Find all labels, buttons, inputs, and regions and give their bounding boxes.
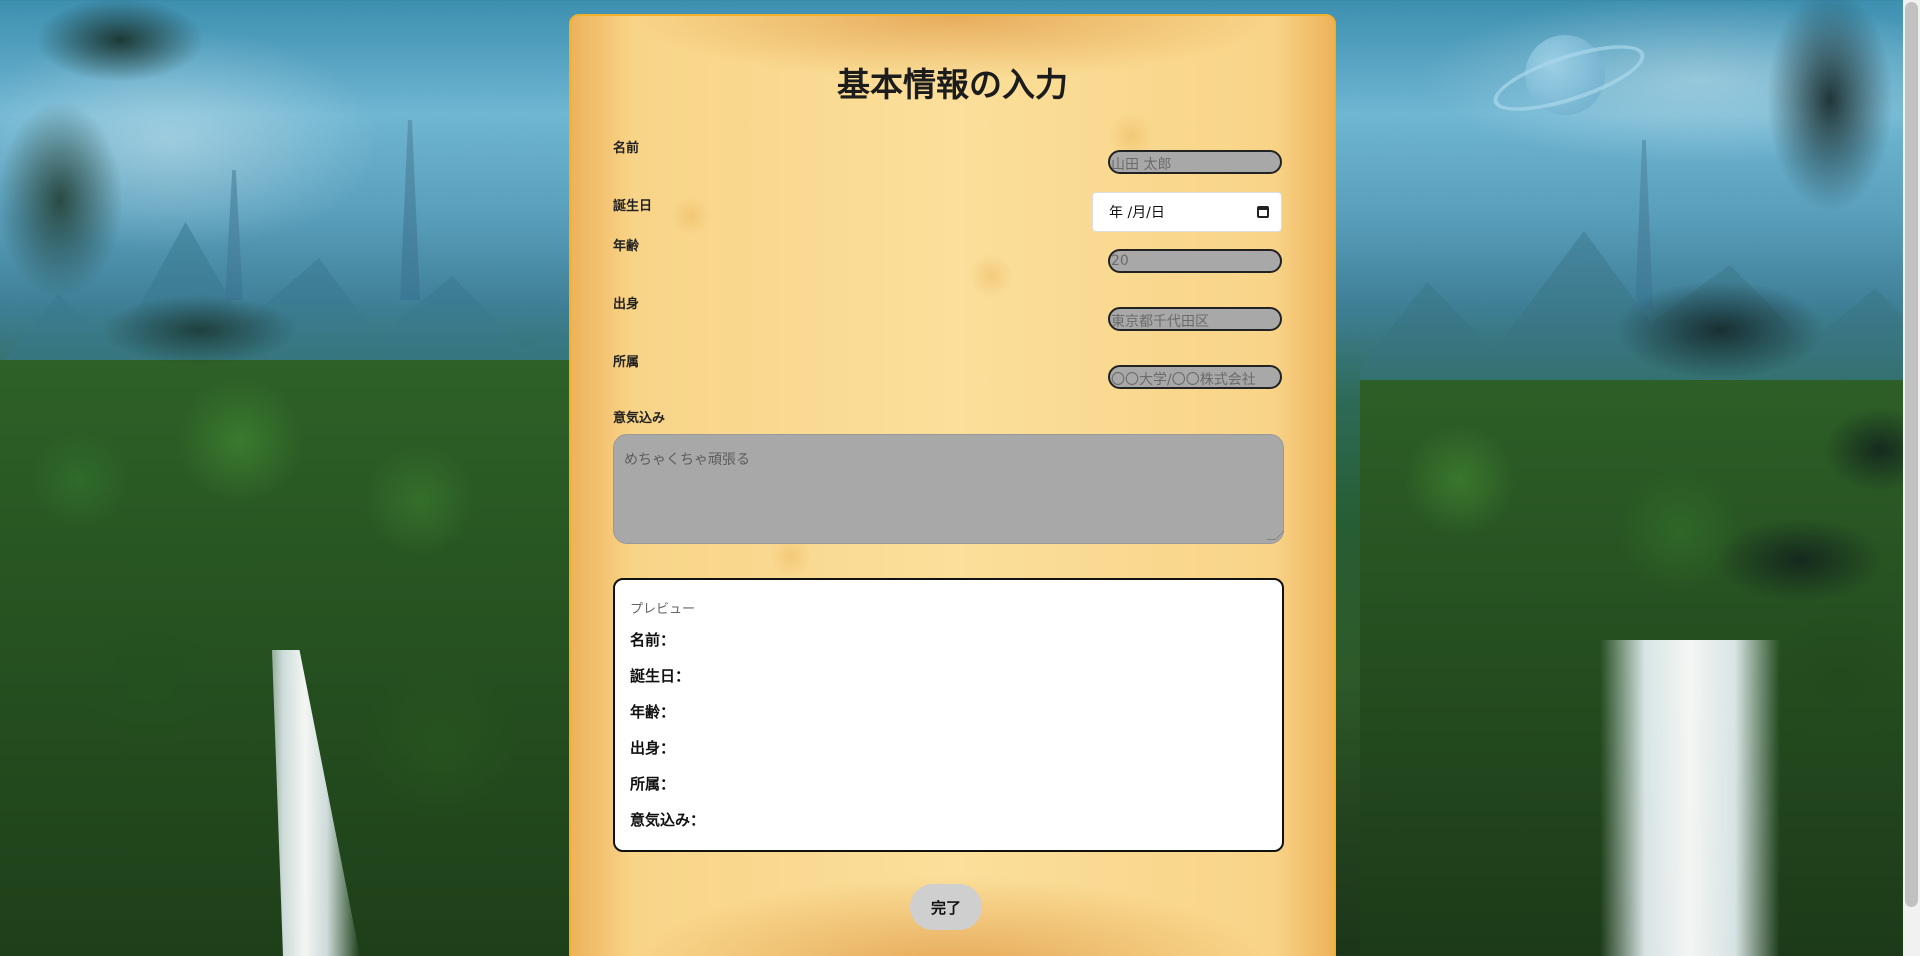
background-jungle-left <box>0 360 580 956</box>
basic-info-form-card: 基本情報の入力 名前 山田 太郎 誕生日 年 /月/日 年齢 20 出身 東京都… <box>569 14 1336 956</box>
preview-row-affiliation: 所属： <box>630 775 676 793</box>
preview-row-birthday: 誕生日： <box>630 667 691 685</box>
motivation-label: 意気込み <box>613 411 666 426</box>
motivation-placeholder: めちゃくちゃ頑張る <box>624 452 750 468</box>
background-planet <box>1525 35 1605 115</box>
name-label: 名前 <box>613 141 640 156</box>
birthday-date-input[interactable]: 年 /月/日 <box>1092 192 1282 232</box>
affiliation-label: 所属 <box>613 355 640 370</box>
background-planet-ring <box>1486 31 1652 125</box>
calendar-icon[interactable] <box>1257 206 1269 218</box>
hometown-input[interactable]: 東京都千代田区 <box>1108 307 1282 331</box>
page-scrollbar[interactable] <box>1903 0 1920 956</box>
background-mountains-left <box>0 222 580 510</box>
age-label: 年齢 <box>613 239 640 254</box>
background-tower <box>400 120 420 300</box>
hometown-label: 出身 <box>613 297 640 312</box>
age-input[interactable]: 20 <box>1108 249 1282 273</box>
preview-row-age: 年齢： <box>630 703 676 721</box>
form-title: 基本情報の入力 <box>837 65 1068 104</box>
background-jungle-right <box>1360 380 1920 956</box>
motivation-textarea[interactable]: めちゃくちゃ頑張る <box>613 434 1285 544</box>
preview-panel: プレビュー 名前： 誕生日： 年齢： 出身： 所属： 意気込み： <box>613 578 1284 852</box>
background-waterfall <box>272 650 360 956</box>
background-waterfall <box>1600 640 1780 956</box>
scrollbar-thumb[interactable] <box>1905 2 1918 907</box>
birthday-label: 誕生日 <box>613 199 653 214</box>
preview-row-hometown: 出身： <box>630 739 676 757</box>
background-tower <box>225 170 243 300</box>
preview-row-name: 名前： <box>630 631 676 649</box>
preview-row-motivation: 意気込み： <box>630 811 706 829</box>
background-leaves-left <box>0 0 330 500</box>
resize-handle-icon[interactable] <box>1266 531 1285 540</box>
background-mountains-right <box>1360 231 1920 520</box>
name-input[interactable]: 山田 太郎 <box>1108 150 1282 174</box>
background-tower <box>1635 140 1653 310</box>
preview-title: プレビュー <box>630 602 696 617</box>
background-leaves-right <box>1500 0 1920 720</box>
birthday-date-value: 年 /月/日 <box>1109 205 1165 221</box>
affiliation-input[interactable]: 〇〇大学/〇〇株式会社 <box>1108 365 1282 389</box>
done-button[interactable]: 完了 <box>910 884 982 930</box>
